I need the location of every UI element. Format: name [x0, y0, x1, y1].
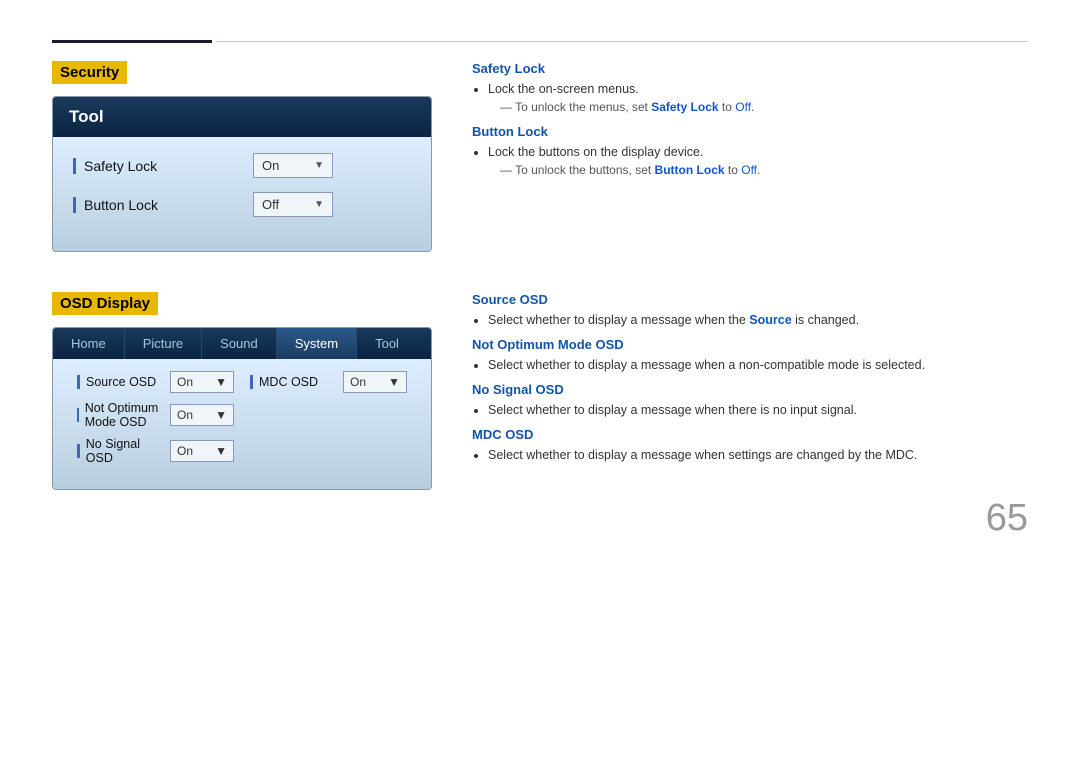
source-osd-arrow-icon: ▼: [215, 375, 227, 389]
source-osd-value: On: [177, 375, 193, 389]
page-number: 65: [986, 497, 1028, 540]
security-right: Safety Lock Lock the on-screen menus. To…: [472, 61, 1028, 252]
not-optimum-value: On: [177, 408, 193, 422]
no-signal-bullet: Select whether to display a message when…: [488, 403, 1028, 417]
button-lock-highlight: Button Lock: [655, 163, 725, 177]
osd-tab-tool[interactable]: Tool: [357, 328, 417, 359]
osd-right-col: MDC OSD On ▼: [242, 371, 415, 473]
osd-tabs: Home Picture Sound System Tool: [53, 328, 431, 359]
osd-row-source: Source OSD On ▼: [77, 371, 234, 393]
osd-grid: Source OSD On ▼ Not Optimum Mode OSD On: [69, 371, 415, 473]
button-lock-arrow-icon: ▼: [314, 199, 324, 210]
not-optimum-select[interactable]: On ▼: [170, 404, 234, 426]
no-signal-label: No Signal OSD: [77, 437, 164, 465]
osd-body: Source OSD On ▼ Not Optimum Mode OSD On: [53, 359, 431, 489]
mdc-osd-arrow-icon: ▼: [388, 375, 400, 389]
tool-row-button-lock: Button Lock Off ▼: [73, 192, 411, 217]
safety-lock-desc-title: Safety Lock: [472, 61, 1028, 76]
tool-panel: Tool Safety Lock On ▼ Button Lock Off: [52, 96, 432, 252]
source-osd-bullet: Select whether to display a message when…: [488, 313, 1028, 327]
safety-lock-select[interactable]: On ▼: [253, 153, 333, 178]
mdc-osd-desc-title: MDC OSD: [472, 427, 1028, 442]
mdc-osd-label: MDC OSD: [250, 375, 337, 389]
top-line-dark: [52, 40, 212, 43]
not-optimum-desc-title: Not Optimum Mode OSD: [472, 337, 1028, 352]
no-signal-select[interactable]: On ▼: [170, 440, 234, 462]
source-osd-desc-title: Source OSD: [472, 292, 1028, 307]
mdc-osd-select[interactable]: On ▼: [343, 371, 407, 393]
not-optimum-arrow-icon: ▼: [215, 408, 227, 422]
osd-right: Source OSD Select whether to display a m…: [472, 292, 1028, 490]
no-signal-arrow-icon: ▼: [215, 444, 227, 458]
safety-lock-arrow-icon: ▼: [314, 160, 324, 171]
tool-panel-body: Safety Lock On ▼ Button Lock Off ▼: [53, 137, 431, 251]
source-osd-label: Source OSD: [77, 375, 164, 389]
osd-left-col: Source OSD On ▼ Not Optimum Mode OSD On: [69, 371, 242, 473]
osd-row-not-optimum: Not Optimum Mode OSD On ▼: [77, 401, 234, 429]
osd-tab-sound[interactable]: Sound: [202, 328, 277, 359]
no-signal-desc-title: No Signal OSD: [472, 382, 1028, 397]
mdc-osd-value: On: [350, 375, 366, 389]
security-section: Security Tool Safety Lock On ▼ Button Lo…: [52, 61, 1028, 252]
osd-tab-picture[interactable]: Picture: [125, 328, 202, 359]
top-decorative-lines: [52, 40, 1028, 43]
safety-lock-bullet-1: Lock the on-screen menus.: [488, 82, 1028, 96]
button-lock-off: Off: [741, 163, 757, 177]
button-lock-bullet-1: Lock the buttons on the display device.: [488, 145, 1028, 159]
safety-lock-sub: To unlock the menus, set Safety Lock to …: [500, 100, 1028, 114]
button-lock-label: Button Lock: [73, 197, 253, 213]
button-lock-value: Off: [262, 197, 279, 212]
mdc-osd-bullet: Select whether to display a message when…: [488, 448, 1028, 462]
safety-lock-label: Safety Lock: [73, 158, 253, 174]
safety-lock-value: On: [262, 158, 279, 173]
safety-lock-off: Off: [735, 100, 751, 114]
osd-left: OSD Display Home Picture Sound System To…: [52, 292, 432, 490]
osd-section: OSD Display Home Picture Sound System To…: [52, 292, 1028, 490]
osd-tab-home[interactable]: Home: [53, 328, 125, 359]
button-lock-sub: To unlock the buttons, set Button Lock t…: [500, 163, 1028, 177]
not-optimum-label: Not Optimum Mode OSD: [77, 401, 164, 429]
button-lock-desc-title: Button Lock: [472, 124, 1028, 139]
osd-panel: Home Picture Sound System Tool Source OS…: [52, 327, 432, 490]
tool-row-safety-lock: Safety Lock On ▼: [73, 153, 411, 178]
no-signal-value: On: [177, 444, 193, 458]
osd-title: OSD Display: [52, 292, 158, 315]
source-osd-select[interactable]: On ▼: [170, 371, 234, 393]
security-title: Security: [52, 61, 127, 84]
top-line-light: [216, 41, 1028, 42]
source-highlight: Source: [749, 313, 791, 327]
not-optimum-bullet: Select whether to display a message when…: [488, 358, 1028, 372]
osd-tab-system[interactable]: System: [277, 328, 357, 359]
osd-row-no-signal: No Signal OSD On ▼: [77, 437, 234, 465]
security-left: Security Tool Safety Lock On ▼ Button Lo…: [52, 61, 432, 252]
tool-panel-header: Tool: [53, 97, 431, 137]
osd-row-mdc: MDC OSD On ▼: [250, 371, 407, 393]
safety-lock-highlight: Safety Lock: [651, 100, 718, 114]
button-lock-select[interactable]: Off ▼: [253, 192, 333, 217]
